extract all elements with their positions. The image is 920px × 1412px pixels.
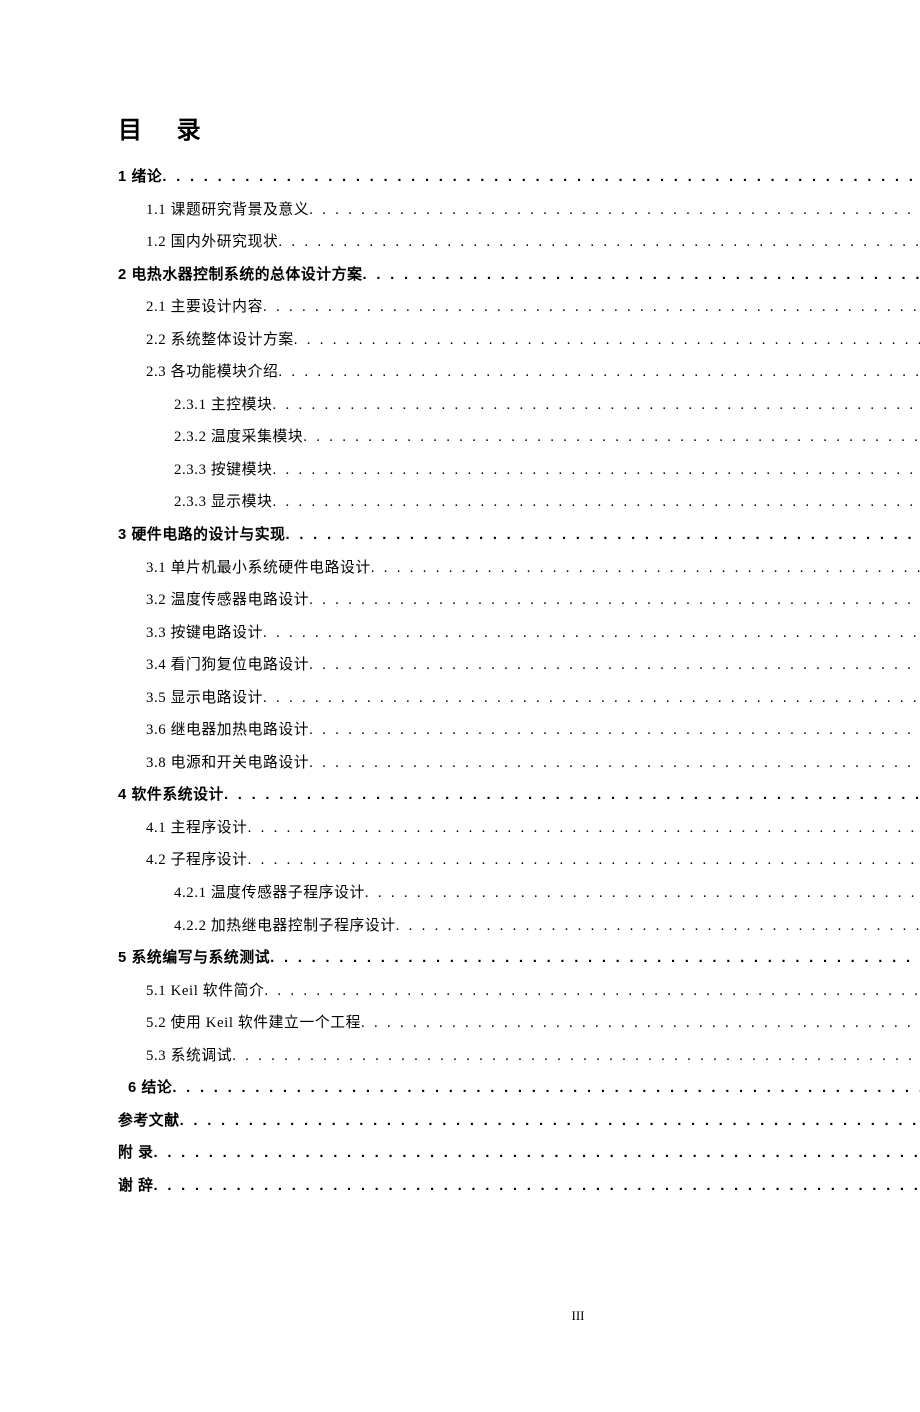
toc-entry-label: 2.3.1 主控模块 (174, 389, 272, 422)
toc-dot-leader (303, 421, 920, 454)
toc-entry: 2.3.3 按键模块4 (174, 454, 920, 487)
toc-entry: 2.2 系统整体设计方案2 (146, 324, 920, 357)
toc-entry: 2.3.3 显示模块4 (174, 486, 920, 519)
toc-dot-leader (361, 1007, 920, 1040)
toc-dot-leader (232, 1040, 920, 1073)
toc-entry-label: 4.2.2 加热继电器控制子程序设计 (174, 910, 396, 943)
toc-entry: 4.2.2 加热继电器控制子程序设计9 (174, 910, 920, 943)
toc-entry-label: 4.2 子程序设计 (146, 844, 248, 877)
toc-dot-leader (286, 519, 920, 552)
toc-dot-leader (294, 324, 920, 357)
toc-entry-label: 1 绪论 (118, 161, 162, 194)
toc-entry: 2.3.2 温度采集模块4 (174, 421, 920, 454)
toc-entry: 2.3.1 主控模块3 (174, 389, 920, 422)
toc-entry-label: 2.1 主要设计内容 (146, 291, 263, 324)
toc-entry-label: 参考文献 (118, 1105, 180, 1138)
toc-dot-leader (371, 552, 920, 585)
toc-entry: 1.1 课题研究背景及意义1 (146, 194, 920, 227)
toc-entry: 3.4 看门狗复位电路设计6 (146, 649, 920, 682)
toc-dot-leader (180, 1105, 920, 1138)
toc-entry-label: 5.2 使用 Keil 软件建立一个工程 (146, 1007, 361, 1040)
toc-dot-leader (396, 910, 920, 943)
toc-entry: 3 硬件电路的设计与实现4 (118, 519, 920, 552)
toc-entry: 4 软件系统设计8 (118, 779, 920, 812)
toc-title: 目 录 (118, 110, 920, 145)
toc-entry: 5.3 系统调试12 (146, 1040, 920, 1073)
toc-entry-label: 3.3 按键电路设计 (146, 617, 263, 650)
toc-dot-leader (278, 226, 920, 259)
toc-dot-leader (309, 194, 920, 227)
toc-entry-label: 4 软件系统设计 (118, 779, 224, 812)
toc-list: 1 绪论11.1 课题研究背景及意义11.2 国内外研究现状12 电热水器控制系… (118, 161, 920, 1203)
toc-entry-label: 2.3.3 显示模块 (174, 486, 272, 519)
toc-entry: 6 结论15 (128, 1072, 920, 1105)
toc-dot-leader (309, 714, 920, 747)
toc-entry: 3.8 电源和开关电路设计8 (146, 747, 920, 780)
toc-dot-leader (272, 486, 920, 519)
toc-dot-leader (309, 649, 920, 682)
toc-entry-label: 1.1 课题研究背景及意义 (146, 194, 309, 227)
toc-entry-label: 3.2 温度传感器电路设计 (146, 584, 309, 617)
toc-entry: 2.3 各功能模块介绍3 (146, 356, 920, 389)
toc-entry-label: 3.4 看门狗复位电路设计 (146, 649, 309, 682)
toc-dot-leader (154, 1137, 920, 1170)
toc-dot-leader (263, 291, 920, 324)
toc-entry: 1.2 国内外研究现状1 (146, 226, 920, 259)
toc-dot-leader (309, 747, 920, 780)
toc-entry-label: 5.1 Keil 软件简介 (146, 975, 264, 1008)
toc-entry: 2 电热水器控制系统的总体设计方案2 (118, 259, 920, 292)
toc-entry-label: 2 电热水器控制系统的总体设计方案 (118, 259, 363, 292)
toc-entry-label: 附 录 (118, 1137, 154, 1170)
toc-dot-leader (278, 356, 920, 389)
toc-entry-label: 2.2 系统整体设计方案 (146, 324, 294, 357)
toc-entry: 5.1 Keil 软件简介10 (146, 975, 920, 1008)
toc-entry: 5 系统编写与系统测试10 (118, 942, 920, 975)
toc-entry-label: 4.1 主程序设计 (146, 812, 248, 845)
toc-dot-leader (263, 682, 920, 715)
toc-entry-label: 谢 辞 (118, 1170, 154, 1203)
toc-dot-leader (272, 389, 920, 422)
toc-entry-label: 2.3.2 温度采集模块 (174, 421, 303, 454)
toc-entry: 3.1 单片机最小系统硬件电路设计4 (146, 552, 920, 585)
toc-dot-leader (154, 1170, 920, 1203)
toc-entry: 4.2 子程序设计8 (146, 844, 920, 877)
toc-dot-leader (162, 161, 920, 194)
toc-dot-leader (363, 259, 920, 292)
toc-entry: 4.1 主程序设计8 (146, 812, 920, 845)
toc-dot-leader (172, 1072, 920, 1105)
toc-dot-leader (224, 779, 920, 812)
toc-entry: 4.2.1 温度传感器子程序设计8 (174, 877, 920, 910)
toc-dot-leader (264, 975, 920, 1008)
page-number-footer: III (118, 1308, 920, 1324)
toc-entry-label: 5.3 系统调试 (146, 1040, 232, 1073)
toc-dot-leader (272, 454, 920, 487)
toc-entry: 3.5 显示电路设计6 (146, 682, 920, 715)
toc-entry-label: 3.5 显示电路设计 (146, 682, 263, 715)
toc-entry-label: 3.1 单片机最小系统硬件电路设计 (146, 552, 371, 585)
toc-entry-label: 3.8 电源和开关电路设计 (146, 747, 309, 780)
toc-entry: 谢 辞23 (118, 1170, 920, 1203)
toc-entry: 3.3 按键电路设计5 (146, 617, 920, 650)
toc-entry: 2.1 主要设计内容2 (146, 291, 920, 324)
toc-entry-label: 3 硬件电路的设计与实现 (118, 519, 286, 552)
toc-entry: 3.2 温度传感器电路设计5 (146, 584, 920, 617)
toc-entry-label: 2.3 各功能模块介绍 (146, 356, 278, 389)
toc-entry: 1 绪论1 (118, 161, 920, 194)
toc-dot-leader (270, 942, 920, 975)
toc-entry: 3.6 继电器加热电路设计7 (146, 714, 920, 747)
toc-entry-label: 4.2.1 温度传感器子程序设计 (174, 877, 365, 910)
toc-dot-leader (309, 584, 920, 617)
toc-entry: 5.2 使用 Keil 软件建立一个工程11 (146, 1007, 920, 1040)
toc-dot-leader (248, 812, 920, 845)
toc-dot-leader (248, 844, 920, 877)
toc-entry: 附 录17 (118, 1137, 920, 1170)
toc-entry-label: 3.6 继电器加热电路设计 (146, 714, 309, 747)
toc-entry-label: 1.2 国内外研究现状 (146, 226, 278, 259)
toc-entry: 参考文献16 (118, 1105, 920, 1138)
toc-entry-label: 5 系统编写与系统测试 (118, 942, 270, 975)
toc-dot-leader (365, 877, 920, 910)
toc-entry-label: 2.3.3 按键模块 (174, 454, 272, 487)
toc-dot-leader (263, 617, 920, 650)
toc-entry-label: 6 结论 (128, 1072, 172, 1105)
